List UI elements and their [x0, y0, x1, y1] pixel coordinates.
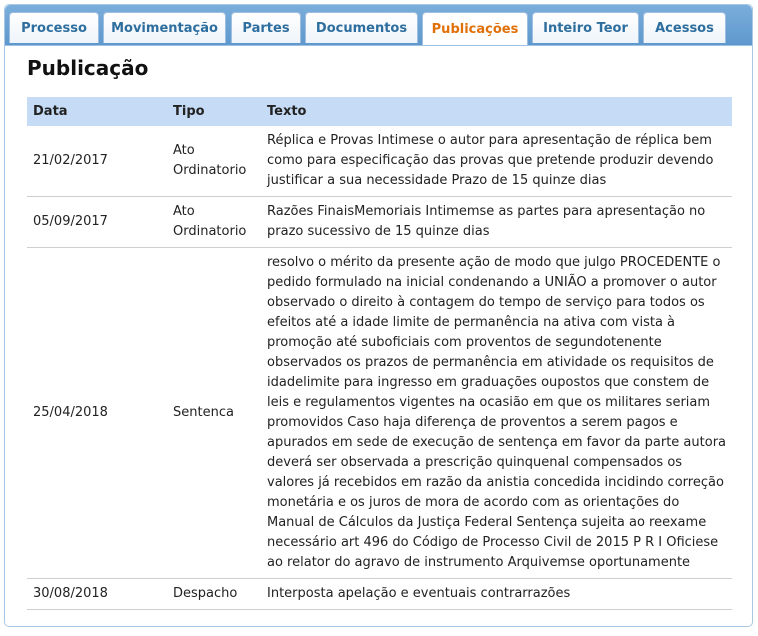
row-text: resolvo o mérito da presente ação de mod… — [261, 247, 732, 579]
tab-acessos[interactable]: Acessos — [643, 12, 726, 43]
row-type: Ato Ordinatorio — [167, 196, 261, 248]
tab-inteiro-teor[interactable]: Inteiro Teor — [532, 12, 639, 43]
tab-processo[interactable]: Processo — [9, 12, 99, 43]
page-title: Publicação — [27, 56, 149, 80]
row-date: 25/04/2018 — [27, 247, 167, 579]
row-text: Interposta apelação e eventuais contrarr… — [261, 578, 732, 610]
header-tipo: Tipo — [167, 97, 261, 126]
table-row: 21/02/2017 Ato Ordinatorio Réplica e Pro… — [27, 126, 732, 197]
row-type: Sentenca — [167, 247, 261, 579]
row-text: Razões FinaisMemoriais Intimemse as part… — [261, 196, 732, 248]
header-data: Data — [27, 97, 167, 126]
row-type: Despacho — [167, 578, 261, 610]
header-texto: Texto — [261, 97, 732, 126]
table-row: 05/09/2017 Ato Ordinatorio Razões Finais… — [27, 196, 732, 248]
tab-bar: Processo Movimentação Partes Documentos … — [5, 5, 752, 46]
table-header: Data Tipo Texto — [27, 97, 732, 126]
tab-movimentacao[interactable]: Movimentação — [103, 12, 226, 43]
tab-documentos[interactable]: Documentos — [305, 12, 418, 43]
tab-partes[interactable]: Partes — [231, 12, 301, 43]
row-date: 05/09/2017 — [27, 196, 167, 248]
publication-panel: Processo Movimentação Partes Documentos … — [4, 4, 753, 627]
row-date: 21/02/2017 — [27, 126, 167, 197]
table-row: 30/08/2018 Despacho Interposta apelação … — [27, 578, 732, 610]
row-text: Réplica e Provas Intimese o autor para a… — [261, 126, 732, 197]
row-type: Ato Ordinatorio — [167, 126, 261, 197]
row-date: 30/08/2018 — [27, 578, 167, 610]
publications-table: Data Tipo Texto 21/02/2017 Ato Ordinator… — [27, 97, 732, 610]
tab-publicacoes[interactable]: Publicações — [422, 12, 528, 45]
table-row: 25/04/2018 Sentenca resolvo o mérito da … — [27, 247, 732, 579]
